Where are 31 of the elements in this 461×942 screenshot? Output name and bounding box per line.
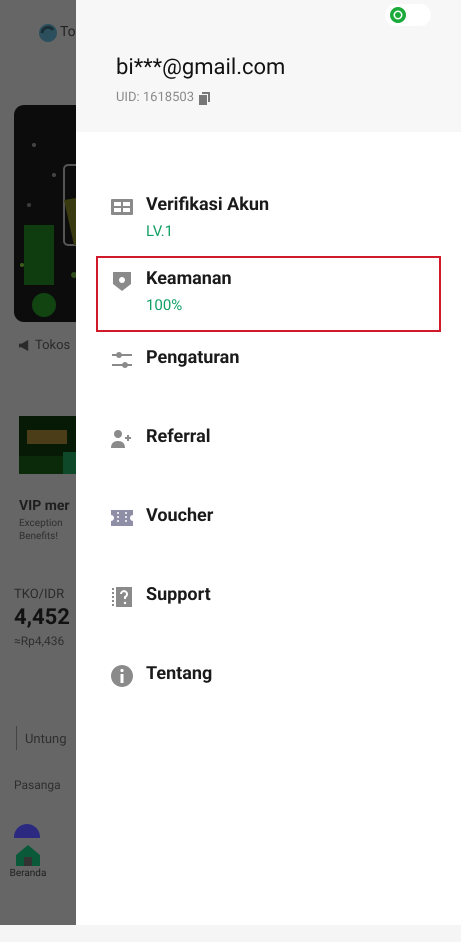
menu-item[interactable]: Keamanan 100% [96,256,441,332]
theme-toggle[interactable] [385,4,431,26]
user-email: bi***@gmail.com [116,54,286,82]
info-icon [110,664,134,688]
promo-title: VIP mer [19,496,71,516]
logo-text: To [60,23,76,42]
pair-name: TKO/IDR [14,586,66,604]
copy-icon[interactable] [198,90,212,105]
menu-item[interactable]: Pengaturan [96,335,441,411]
help-icon [110,585,134,609]
menu-item[interactable]: Referral [96,414,441,490]
shield-icon [110,269,134,293]
user-id: UID: 1618503 [116,89,194,107]
promo-text: Benefits! [19,530,59,542]
megaphone-icon [18,339,31,352]
section-label: Pasanga [14,777,62,794]
price-text: 4,452 [14,604,71,632]
fiat-price: ≈Rp4,436 [14,633,66,650]
menu-item[interactable]: Tentang [96,651,441,727]
item-status: 100% [146,295,184,316]
home-icon[interactable] [15,844,41,866]
gear-icon [389,6,407,24]
coin-avatar [14,824,40,838]
announcement-text: Tokos [35,337,70,355]
logo-icon [38,22,58,42]
menu-item[interactable]: Verifikasi Akun LV.1 [96,182,441,258]
menu-item[interactable]: Voucher [96,493,441,569]
promo-text: Exception [19,516,64,530]
item-status: LV.1 [146,221,174,242]
user-plus-icon [110,427,134,451]
menu-item[interactable]: Support [96,572,441,648]
